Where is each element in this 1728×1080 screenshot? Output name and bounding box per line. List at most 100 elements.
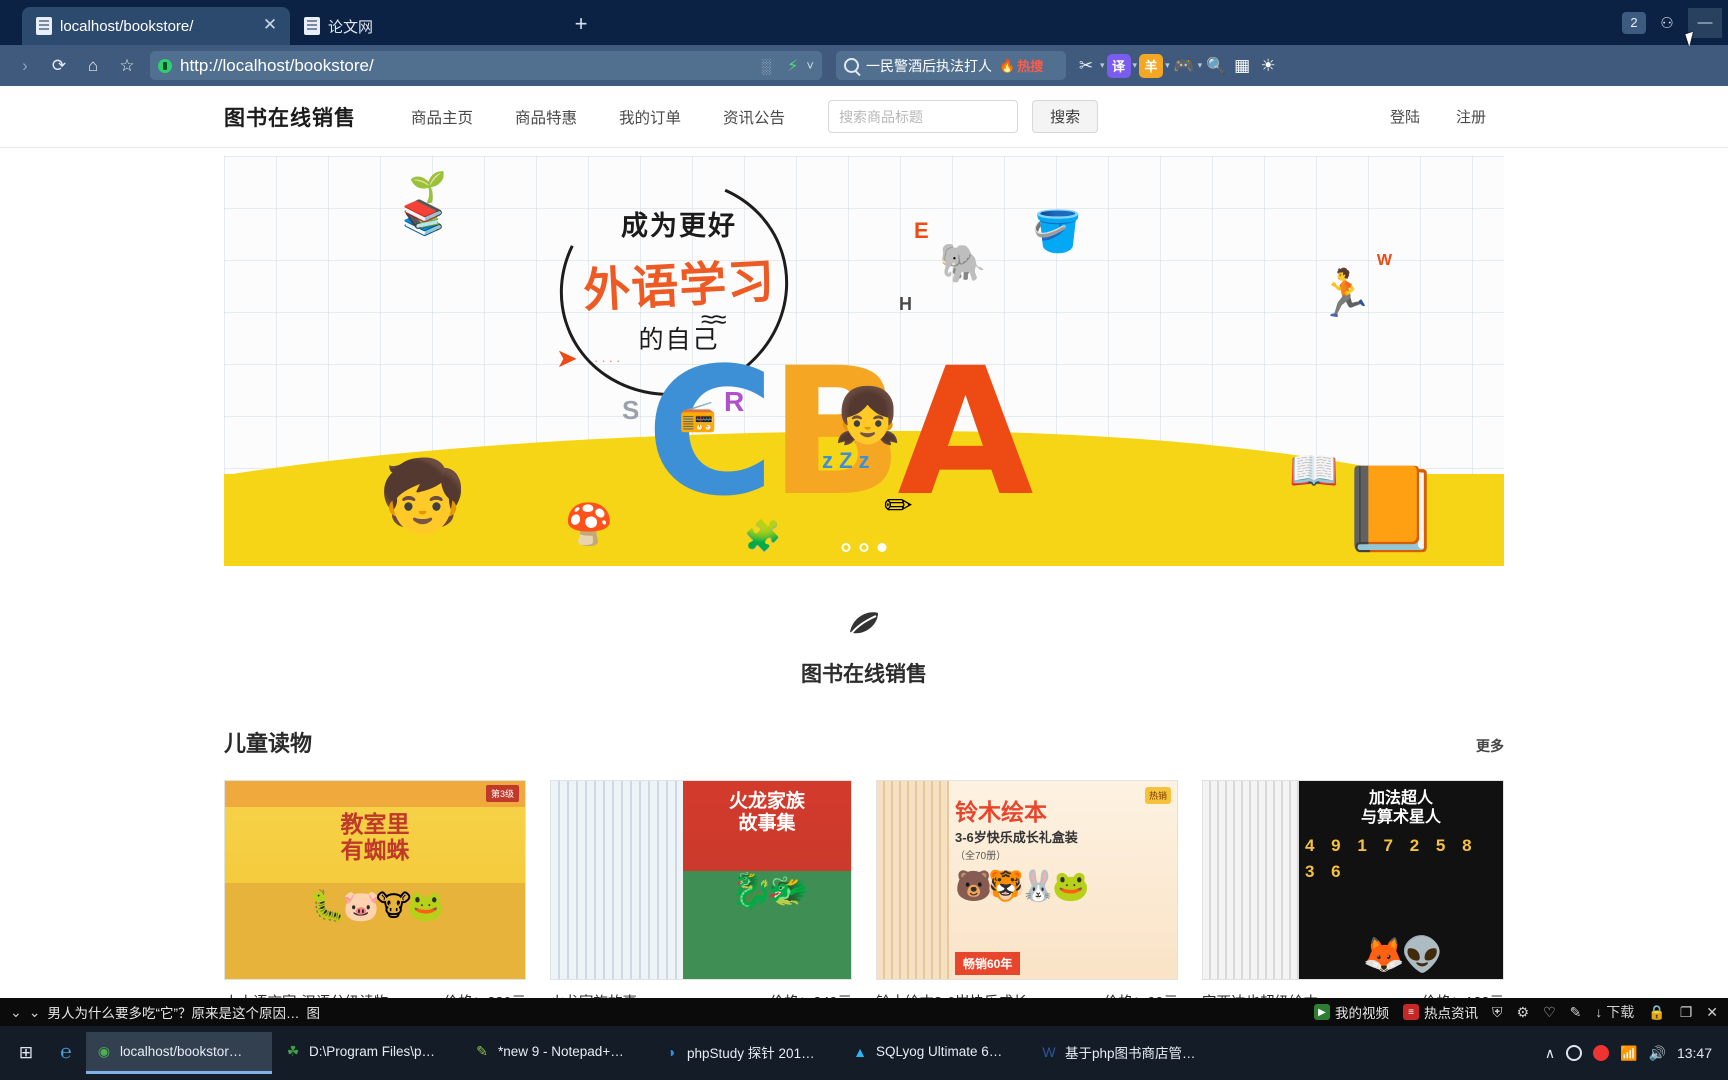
- hero-headline-top: 成为更好: [621, 211, 737, 241]
- close-icon[interactable]: ✕: [1706, 1004, 1718, 1021]
- home-icon[interactable]: ⌂: [76, 51, 110, 81]
- bookmark-star-icon[interactable]: ☆: [110, 51, 144, 81]
- book-cover-art: 第3级 教室里 有蜘蛛 🐛🐷🐮🐸: [225, 781, 525, 979]
- product-card[interactable]: 火龙家族 故事集 🐉🐲 火龙家族故事 价格：249元: [550, 780, 852, 1012]
- cover-spines: [1203, 781, 1299, 979]
- sync-icon[interactable]: ⚇: [1650, 8, 1684, 38]
- start-button[interactable]: ⊞: [6, 1033, 46, 1073]
- login-link[interactable]: 登陆: [1372, 106, 1438, 127]
- hot-news-button[interactable]: ≡ 热点资讯: [1403, 1002, 1478, 1022]
- shield-icon[interactable]: ⛨: [1492, 1004, 1503, 1021]
- search-button[interactable]: 搜索: [1032, 100, 1099, 133]
- cover-numbers: 4 9 1 7 2 5 8 3 6: [1305, 836, 1478, 881]
- omnibox-search[interactable]: 一民警酒后执法打人 🔥 热搜: [836, 51, 1066, 80]
- nav-item-home[interactable]: 商品主页: [390, 106, 494, 128]
- taskbar-item-sqlyog[interactable]: ▲ SQLyog Ultimate 6…: [842, 1032, 1028, 1074]
- product-thumbnail[interactable]: 火龙家族 故事集 🐉🐲: [550, 780, 852, 980]
- hero-banner[interactable]: 成为更好 外语学习 的自己 ≈≈ 🌱 📚 ➤ ···· CBA 🧒 👧 🐘 🪣 …: [224, 156, 1504, 566]
- product-thumbnail[interactable]: 热销 铃木绘本 3-6岁快乐成长礼盒装 （全70册） 🐻🐯🐰🐸 畅销60年: [876, 780, 1178, 980]
- chevron-down-icon[interactable]: ▾: [1133, 60, 1138, 71]
- taskbar-item-notepadpp[interactable]: ✎ *new 9 - Notepad+…: [464, 1032, 650, 1074]
- cover-spines: [551, 781, 683, 979]
- scissors-extension[interactable]: ✂ ▾: [1074, 54, 1105, 78]
- address-bar[interactable]: http://localhost/bookstore/ ░ ⚡ ˅: [150, 51, 822, 80]
- product-thumbnail[interactable]: 加法超人 与算术星人 4 9 1 7 2 5 8 3 6 🦊👽: [1202, 780, 1504, 980]
- category-header: 儿童读物 更多: [224, 726, 1504, 758]
- register-link[interactable]: 注册: [1438, 106, 1504, 127]
- taskbar-item-explorer[interactable]: ☘ D:\Program Files\p…: [275, 1032, 461, 1074]
- girl-reading-icon: 👧: [834, 386, 902, 446]
- category-more-link[interactable]: 更多: [1476, 736, 1504, 756]
- gear-icon[interactable]: ⚙: [1517, 1004, 1530, 1021]
- zzz-decor: z Z z: [822, 448, 870, 473]
- url-text: http://localhost/bookstore/: [180, 55, 374, 75]
- nav-item-orders[interactable]: 我的订单: [598, 106, 702, 128]
- letter-h: H: [899, 294, 912, 314]
- mushroom-icon: 🍄: [564, 503, 614, 547]
- carousel-dot-2[interactable]: [859, 543, 869, 552]
- volume-icon[interactable]: 🔊: [1649, 1045, 1666, 1062]
- lightning-icon[interactable]: ⚡: [787, 56, 798, 76]
- pencil-icon: ✏: [884, 487, 913, 525]
- news-headline[interactable]: 男人为什么要多吃“它”？原来是这个原因…: [47, 1002, 299, 1022]
- page-icon: [36, 17, 52, 35]
- notepad-icon: ✎: [476, 1043, 488, 1059]
- qr-code-icon[interactable]: ░: [761, 58, 779, 74]
- search-input[interactable]: [828, 100, 1019, 133]
- apps-grid-extension[interactable]: ▦: [1230, 54, 1254, 78]
- reload-icon[interactable]: ⟳: [42, 51, 76, 81]
- chevron-down-icon[interactable]: ⌄: [10, 1004, 22, 1021]
- browser-tab-active[interactable]: localhost/bookstore/ ✕: [22, 7, 290, 45]
- theme-extension[interactable]: ☀: [1256, 54, 1280, 78]
- my-videos-button[interactable]: ▶ 我的视频: [1314, 1002, 1389, 1022]
- cover-band: [225, 781, 525, 807]
- desktop-news-bar: ⌄ ⌄ 男人为什么要多吃“它”？原来是这个原因… 图 ▶ 我的视频 ≡ 热点资讯…: [0, 998, 1728, 1026]
- cover-title-main: 加法超人: [1368, 790, 1433, 807]
- elephant-icon: 🐘: [939, 243, 987, 285]
- download-button[interactable]: ↓ 下载: [1595, 1002, 1634, 1022]
- site-brand[interactable]: 图书在线销售: [224, 102, 356, 132]
- carousel-dot-1[interactable]: [841, 543, 851, 552]
- letter-e: E: [914, 218, 929, 243]
- product-card[interactable]: 加法超人 与算术星人 4 9 1 7 2 5 8 3 6 🦊👽 宫西达也超级绘本…: [1202, 780, 1504, 1012]
- taskbar-item-phpstudy[interactable]: ◑ phpStudy 探针 201…: [653, 1032, 839, 1074]
- taskbar-item-word[interactable]: W 基于php图书商店管…: [1031, 1032, 1217, 1074]
- new-tab-button[interactable]: +: [564, 8, 598, 42]
- magnifier-extension[interactable]: 🔍: [1204, 54, 1228, 78]
- tray-circle-icon[interactable]: [1566, 1045, 1583, 1061]
- chevron-down-icon[interactable]: ˅: [806, 58, 814, 73]
- taskbar-item-browser[interactable]: ◉ localhost/bookstor…: [86, 1032, 272, 1074]
- heart-icon[interactable]: ♡: [1543, 1004, 1556, 1021]
- maximize-icon[interactable]: ❐: [1680, 1004, 1693, 1021]
- translate-extension[interactable]: 译 ▾: [1106, 53, 1138, 78]
- tab-strip: localhost/bookstore/ ✕ 论文网 +: [0, 0, 598, 45]
- product-card[interactable]: 第3级 教室里 有蜘蛛 🐛🐷🐮🐸 小小语言家·汉语分级读物 价格：280元: [224, 780, 526, 1012]
- chevron-down-icon[interactable]: ▾: [1198, 60, 1203, 71]
- pencil-icon[interactable]: ✎: [1570, 1004, 1582, 1021]
- tab-count-badge[interactable]: 2: [1622, 11, 1646, 34]
- close-icon[interactable]: ✕: [260, 16, 280, 36]
- network-icon[interactable]: 📶: [1620, 1045, 1637, 1062]
- nav-item-news[interactable]: 资讯公告: [702, 106, 806, 128]
- tray-chevron-icon[interactable]: ∧: [1545, 1045, 1555, 1062]
- product-thumbnail[interactable]: 第3级 教室里 有蜘蛛 🐛🐷🐮🐸: [224, 780, 526, 980]
- phpstudy-icon: ◑: [666, 1043, 676, 1060]
- lock-icon[interactable]: 🔒: [1648, 1004, 1665, 1021]
- sun-icon: ☀: [1260, 55, 1276, 75]
- edge-browser-icon[interactable]: ℮: [49, 1033, 83, 1073]
- forward-icon[interactable]: ›: [8, 51, 42, 81]
- carousel-dot-3[interactable]: [877, 543, 887, 552]
- book-cover-art: 热销 铃木绘本 3-6岁快乐成长礼盒装 （全70册） 🐻🐯🐰🐸 畅销60年: [877, 781, 1177, 979]
- clock[interactable]: 13:47: [1677, 1045, 1712, 1061]
- chevron-down-icon[interactable]: ▾: [1100, 60, 1105, 71]
- product-card[interactable]: 热销 铃木绘本 3-6岁快乐成长礼盒装 （全70册） 🐻🐯🐰🐸 畅销60年 铃木…: [876, 780, 1178, 1012]
- chevron-down-icon[interactable]: ▾: [1165, 60, 1170, 71]
- game-extension[interactable]: 🎮 ▾: [1172, 54, 1203, 78]
- chevron-down-icon[interactable]: ⌄: [29, 1004, 41, 1021]
- nav-item-deals[interactable]: 商品特惠: [494, 106, 598, 128]
- tray-alert-icon[interactable]: [1593, 1045, 1610, 1061]
- brand-name: 图书在线销售: [801, 663, 927, 686]
- tab-title: 论文网: [328, 18, 374, 36]
- browser-tab-second[interactable]: 论文网: [290, 7, 558, 45]
- shield-coupon-extension[interactable]: 羊 ▾: [1139, 53, 1170, 78]
